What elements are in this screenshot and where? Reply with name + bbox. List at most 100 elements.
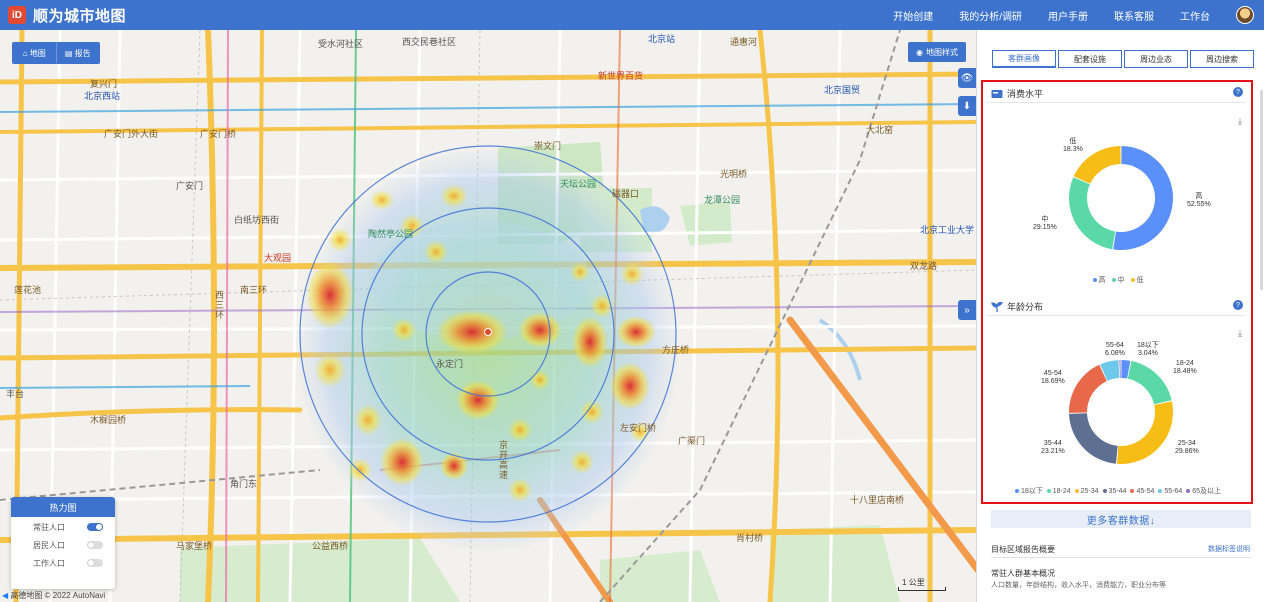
donut-slice-3[interactable] bbox=[1069, 413, 1118, 464]
legend-item[interactable]: 18以下 bbox=[1014, 486, 1043, 496]
nav-workbench[interactable]: 工作台 bbox=[1180, 8, 1210, 23]
slice-label-high: 高 52.55% bbox=[1187, 193, 1211, 209]
legend-item[interactable]: 高 bbox=[1092, 275, 1106, 285]
legend-item[interactable]: 35-44 bbox=[1102, 488, 1126, 495]
donut-slice-2[interactable] bbox=[1117, 401, 1173, 464]
legend-item[interactable]: 65及以上 bbox=[1186, 486, 1221, 496]
palette-icon: ◉ bbox=[916, 47, 923, 57]
map-label: 西交民巷社区 bbox=[402, 37, 457, 47]
download-icon[interactable]: ⤓ bbox=[1235, 328, 1245, 338]
tab-business[interactable]: 周边业态 bbox=[1124, 50, 1188, 68]
toggle-switch[interactable] bbox=[87, 559, 103, 567]
map-base bbox=[0, 30, 978, 602]
map-label: 双龙路 bbox=[910, 261, 938, 271]
map-label-poi: 龙潭公园 bbox=[704, 195, 741, 205]
donut-slice-6[interactable] bbox=[1119, 360, 1121, 379]
map-label: 莲花池 bbox=[14, 285, 42, 295]
legend-item[interactable]: 25-34 bbox=[1074, 488, 1099, 495]
map-label: 西三环 bbox=[214, 290, 224, 320]
map-label: 广安门 bbox=[176, 181, 204, 191]
download-icon[interactable]: ⤓ bbox=[1235, 116, 1245, 126]
map-label-poi: 陶然亭公园 bbox=[368, 229, 414, 239]
map-label: 方庄桥 bbox=[662, 345, 690, 355]
consumption-header: 消费水平 bbox=[991, 87, 1043, 100]
help-icon[interactable]: ? bbox=[1233, 87, 1243, 97]
app-logo[interactable]: iD bbox=[8, 6, 26, 24]
map-canvas[interactable]: 受水河社区 西交民巷社区 北京站 通惠河 复兴门 北京西站 广安门外大街 广安门… bbox=[0, 30, 978, 602]
legend-item[interactable]: 18-24 bbox=[1046, 488, 1071, 495]
map-label: 广安门桥 bbox=[200, 129, 237, 139]
map-label: 丰台 bbox=[6, 389, 25, 399]
consumption-donut-chart bbox=[1069, 146, 1173, 250]
heatmap-option-resident: 常驻人口 bbox=[11, 519, 115, 535]
map-label: 肖村桥 bbox=[736, 533, 764, 543]
report-icon: ▤ bbox=[64, 48, 73, 58]
map-label: 角门东 bbox=[230, 479, 258, 489]
toggle-switch[interactable] bbox=[87, 541, 103, 549]
tab-nearby-search[interactable]: 周边搜索 bbox=[1190, 50, 1254, 68]
panel-tabs: 客群画像 配套设施 周边业态 周边搜索 bbox=[992, 50, 1256, 68]
legend-item[interactable]: 45-54 bbox=[1130, 488, 1154, 495]
map-label: 大北窑 bbox=[866, 125, 894, 135]
eye-icon[interactable]: 👁 bbox=[958, 68, 976, 88]
map-label: 崇文门 bbox=[534, 141, 562, 151]
donut-slice-4[interactable] bbox=[1069, 364, 1107, 413]
slice-label-45-54: 45-54 18.69% bbox=[1041, 370, 1065, 386]
map-label: 通惠河 bbox=[730, 37, 758, 47]
map-label-station: 北京西站 bbox=[84, 91, 121, 101]
help-icon[interactable]: ? bbox=[1233, 300, 1243, 310]
data-label-link[interactable]: 数据标签说明 bbox=[1208, 544, 1250, 554]
slice-label-18-24: 18-24 18.48% bbox=[1173, 360, 1197, 376]
nav-create[interactable]: 开始创建 bbox=[893, 8, 933, 23]
age-donut-chart bbox=[1069, 360, 1173, 464]
map-label: 永定门 bbox=[436, 359, 464, 369]
donut-slice-0[interactable] bbox=[1113, 146, 1173, 250]
map-label: 复兴门 bbox=[90, 79, 118, 89]
more-customer-data-button[interactable]: 更多客群数据↓ bbox=[991, 510, 1251, 528]
age-legend: 18以下 18-24 25-34 35-44 45-54 55-64 65及以上 bbox=[991, 486, 1245, 496]
legend-item[interactable]: 55-64 bbox=[1158, 488, 1182, 495]
slice-label-35-44: 35-44 23.21% bbox=[1041, 440, 1065, 456]
top-bar: iD 顺为城市地图 开始创建 我的分析/调研 用户手册 联系客服 工作台 bbox=[0, 0, 1264, 30]
map-label-poi: 北京工业大学 bbox=[920, 225, 975, 235]
nav-contact-service[interactable]: 联系客服 bbox=[1114, 8, 1154, 23]
wallet-icon bbox=[991, 89, 1003, 98]
map-label: 白纸坊西街 bbox=[234, 215, 280, 225]
map-style-button[interactable]: ◉ 地图样式 bbox=[908, 42, 966, 62]
nav-my-analysis[interactable]: 我的分析/调研 bbox=[959, 8, 1022, 23]
summary-title: 目标区域报告概要 bbox=[991, 545, 1055, 554]
heatmap-option-working: 工作人口 bbox=[11, 555, 115, 571]
map-label: 木樨园桥 bbox=[90, 415, 127, 425]
download-icon[interactable]: ⬇ bbox=[958, 96, 976, 116]
map-label: 广渠门 bbox=[678, 436, 706, 446]
toggle-switch[interactable] bbox=[87, 523, 103, 531]
app-title[interactable]: 顺为城市地图 bbox=[33, 5, 126, 26]
user-avatar[interactable] bbox=[1236, 6, 1254, 24]
map-label-poi: 大观园 bbox=[264, 253, 292, 263]
map-label-station: 北京站 bbox=[648, 34, 676, 44]
legend-item[interactable]: 中 bbox=[1111, 275, 1125, 285]
slice-label-low: 低 18.3% bbox=[1063, 138, 1083, 154]
collapse-panel-button[interactable]: » bbox=[958, 300, 976, 320]
panel-scrollbar[interactable] bbox=[1260, 90, 1263, 290]
map-view-tab[interactable]: ⌂ 地图 bbox=[13, 43, 56, 63]
tab-customer-profile[interactable]: 客群画像 bbox=[992, 50, 1056, 68]
map-label: 十八里店南桥 bbox=[850, 495, 905, 505]
donut-slice-1[interactable] bbox=[1069, 177, 1116, 250]
heatmap-option-living: 居民人口 bbox=[11, 537, 115, 553]
map-label-poi: 新世界百货 bbox=[598, 71, 644, 81]
view-toggle: ⌂ 地图 ▤ 报告 bbox=[12, 42, 100, 64]
tab-facilities[interactable]: 配套设施 bbox=[1058, 50, 1122, 68]
analysis-panel: 客群画像 配套设施 周边业态 周边搜索 消费水平 ? ⤓ 低 18.3% 高 52.… bbox=[976, 30, 1264, 602]
gaode-logo-icon: ◀ bbox=[2, 591, 9, 600]
nav-user-manual[interactable]: 用户手册 bbox=[1048, 8, 1088, 23]
map-label: 广安门外大街 bbox=[104, 129, 159, 139]
map-label-poi: 北京国贸 bbox=[824, 85, 861, 95]
slice-label-55-64: 55-64 6.08% bbox=[1105, 342, 1125, 358]
donut-slice-1[interactable] bbox=[1127, 361, 1172, 405]
sprout-icon bbox=[991, 301, 1003, 312]
map-label: 光明桥 bbox=[720, 169, 748, 179]
report-view-tab[interactable]: ▤ 报告 bbox=[55, 43, 99, 63]
legend-item[interactable]: 低 bbox=[1130, 275, 1144, 285]
map-label: 左安门桥 bbox=[620, 423, 657, 433]
